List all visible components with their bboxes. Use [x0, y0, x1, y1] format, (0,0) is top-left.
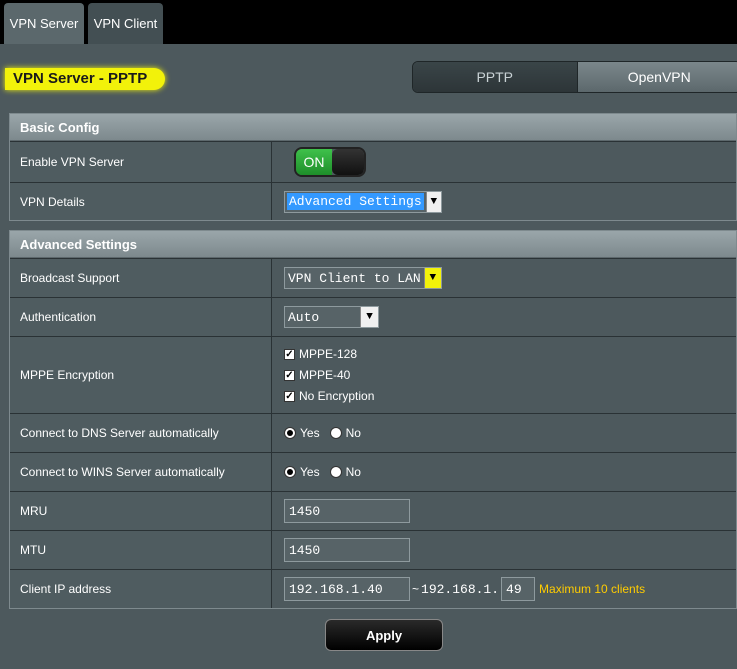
- client-ip-end-prefix: 192.168.1.: [421, 581, 500, 597]
- vpn-details-label: VPN Details: [10, 183, 272, 220]
- enable-vpn-label: Enable VPN Server: [10, 142, 272, 182]
- mppe-128-label: MPPE-128: [299, 347, 358, 361]
- mru-row: MRU 1450: [10, 491, 736, 530]
- wins-row: Connect to WINS Server automatically Yes…: [10, 452, 736, 491]
- apply-button[interactable]: Apply: [325, 619, 443, 651]
- mppe-label: MPPE Encryption: [10, 337, 272, 413]
- wins-no-label: No: [345, 465, 361, 479]
- mode-openvpn-button[interactable]: OpenVPN: [577, 62, 737, 92]
- checkbox-mppe-128[interactable]: ✓: [284, 348, 295, 360]
- advanced-settings-section: Advanced Settings Broadcast Support VPN …: [9, 230, 737, 609]
- vpn-details-select[interactable]: Advanced Settings ▼: [284, 190, 442, 213]
- mode-pptp-button[interactable]: PPTP: [413, 62, 578, 92]
- mppe-40-option[interactable]: ✓ MPPE-40: [284, 368, 374, 382]
- wins-no-radio[interactable]: [329, 466, 342, 478]
- mppe-40-label: MPPE-40: [299, 368, 351, 382]
- dns-no-radio[interactable]: [329, 427, 342, 439]
- client-ip-label: Client IP address: [10, 570, 272, 608]
- wins-yes-label: Yes: [300, 465, 320, 479]
- chevron-down-icon: ▼: [425, 191, 441, 212]
- broadcast-value: VPN Client to LAN: [288, 270, 421, 286]
- dns-row: Connect to DNS Server automatically Yes …: [10, 413, 736, 452]
- mru-input[interactable]: 1450: [284, 499, 410, 523]
- vpn-details-row: VPN Details Advanced Settings ▼: [10, 182, 736, 220]
- enable-vpn-row: Enable VPN Server ON: [10, 141, 736, 182]
- auth-label: Authentication: [10, 298, 272, 336]
- dns-radio-group: Yes No: [284, 426, 367, 440]
- advanced-settings-header: Advanced Settings: [10, 231, 736, 258]
- broadcast-label: Broadcast Support: [10, 259, 272, 297]
- toggle-knob: [332, 149, 364, 175]
- wins-radio-group: Yes No: [284, 465, 367, 479]
- checkbox-mppe-40[interactable]: ✓: [284, 369, 295, 381]
- chevron-down-icon: ▼: [423, 268, 441, 288]
- checkbox-no-encryption[interactable]: ✓: [284, 390, 295, 402]
- dns-label: Connect to DNS Server automatically: [10, 414, 272, 452]
- page-title: VPN Server - PPTP: [5, 68, 166, 90]
- basic-config-header: Basic Config: [10, 114, 736, 141]
- mppe-128-option[interactable]: ✓ MPPE-128: [284, 347, 374, 361]
- mtu-row: MTU 1450: [10, 530, 736, 569]
- tab-bar: VPN Server VPN Client: [0, 0, 737, 44]
- mode-switch: PPTP OpenVPN: [412, 61, 737, 93]
- tab-vpn-client[interactable]: VPN Client: [88, 3, 163, 44]
- no-encryption-option[interactable]: ✓ No Encryption: [284, 389, 374, 403]
- chevron-down-icon: ▼: [360, 307, 378, 327]
- wins-yes-radio[interactable]: [284, 466, 296, 478]
- dns-yes-label: Yes: [300, 426, 320, 440]
- mppe-options: ✓ MPPE-128 ✓ MPPE-40 ✓ No Encryption: [284, 341, 374, 409]
- main-panel: VPN Server - PPTP PPTP OpenVPN Basic Con…: [0, 44, 737, 669]
- dns-yes-radio[interactable]: [284, 427, 296, 439]
- max-clients-note: Maximum 10 clients: [539, 582, 646, 596]
- auth-select[interactable]: Auto ▼: [284, 306, 379, 328]
- client-ip-row: Client IP address 192.168.1.40 ~ 192.168…: [10, 569, 736, 608]
- no-encryption-label: No Encryption: [299, 389, 375, 403]
- toggle-on-label: ON: [296, 149, 332, 175]
- broadcast-row: Broadcast Support VPN Client to LAN ▼: [10, 258, 736, 297]
- vpn-details-value: Advanced Settings: [287, 193, 424, 210]
- tab-vpn-server[interactable]: VPN Server: [4, 3, 84, 44]
- dns-no-label: No: [345, 426, 361, 440]
- wins-label: Connect to WINS Server automatically: [10, 453, 272, 491]
- enable-vpn-toggle[interactable]: ON: [294, 147, 366, 177]
- broadcast-select[interactable]: VPN Client to LAN ▼: [284, 267, 442, 289]
- mppe-row: MPPE Encryption ✓ MPPE-128 ✓ MPPE-40 ✓ N…: [10, 336, 736, 413]
- mtu-input[interactable]: 1450: [284, 538, 410, 562]
- mru-label: MRU: [10, 492, 272, 530]
- auth-row: Authentication Auto ▼: [10, 297, 736, 336]
- client-ip-start-input[interactable]: 192.168.1.40: [284, 577, 410, 601]
- ip-range-separator: ~: [412, 582, 420, 596]
- auth-value: Auto: [288, 309, 320, 325]
- basic-config-section: Basic Config Enable VPN Server ON VPN De…: [9, 113, 737, 221]
- mtu-label: MTU: [10, 531, 272, 569]
- client-ip-end-input[interactable]: 49: [501, 577, 536, 601]
